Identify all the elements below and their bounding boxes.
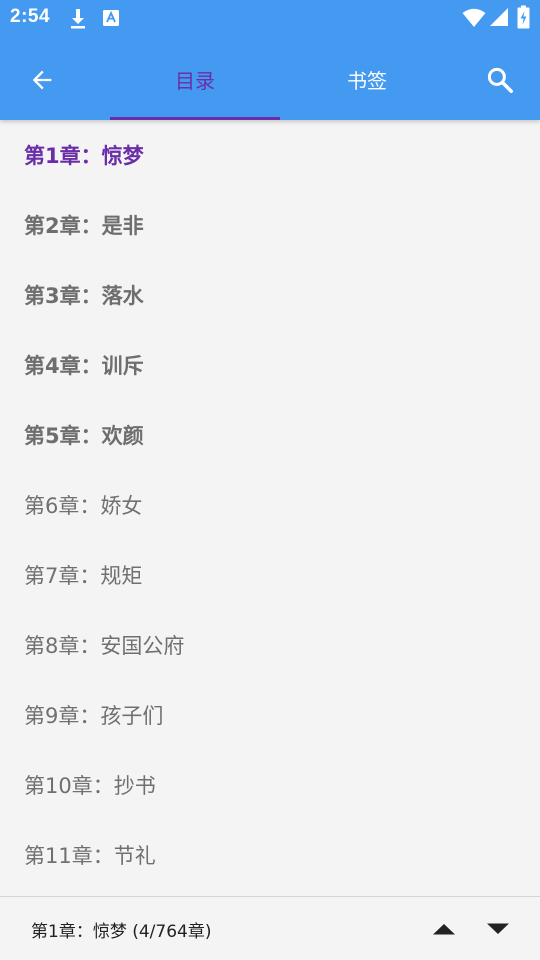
back-button[interactable] (20, 58, 64, 102)
chapter-item[interactable]: 第10章：抄书 (0, 750, 540, 820)
chapter-item[interactable]: 第2章：是非 (0, 190, 540, 260)
search-icon (487, 67, 513, 93)
app-bar: 目录 书签 (0, 38, 540, 120)
chapter-item[interactable]: 第7章：规矩 (0, 540, 540, 610)
chapter-item[interactable]: 第3章：落水 (0, 260, 540, 330)
status-time: 2:54 (10, 6, 51, 27)
scroll-up-button[interactable] (426, 911, 462, 947)
chapter-item[interactable]: 第6章：娇女 (0, 470, 540, 540)
arrow-left-icon (32, 70, 52, 90)
tab-bookmarks[interactable]: 书签 (282, 38, 452, 120)
reading-position-text: 第1章：惊梦 (4/764章) (31, 922, 212, 942)
top-bar: 2:54 目录 书签 (0, 0, 540, 120)
chapter-item[interactable]: 第8章：安国公府 (0, 610, 540, 680)
triangle-down-icon (487, 923, 509, 934)
scroll-down-button[interactable] (480, 911, 516, 947)
download-icon (71, 9, 85, 29)
chapter-item[interactable]: 第9章：孩子们 (0, 680, 540, 750)
tab-toc[interactable]: 目录 (110, 38, 280, 120)
battery-icon (517, 5, 530, 29)
chapter-item[interactable]: 第5章：欢颜 (0, 400, 540, 470)
tab-toc-label: 目录 (175, 68, 215, 93)
tab-bookmarks-label: 书签 (347, 68, 387, 93)
search-button[interactable] (478, 58, 522, 102)
wifi-icon (462, 8, 486, 27)
chapter-item[interactable]: 第11章：节礼 (0, 820, 540, 890)
triangle-up-icon (433, 924, 455, 935)
tab-selected-indicator (110, 117, 280, 120)
chapter-item[interactable]: 第1章：惊梦 (0, 120, 540, 190)
chapter-list[interactable]: 第1章：惊梦 第2章：是非 第3章：落水 第4章：训斥 第5章：欢颜 第6章：娇… (0, 120, 540, 896)
font-app-icon (103, 10, 119, 26)
status-bar: 2:54 (0, 0, 540, 38)
bottom-bar: 第1章：惊梦 (4/764章) (0, 896, 540, 960)
chapter-item[interactable]: 第4章：训斥 (0, 330, 540, 400)
signal-icon (490, 8, 508, 26)
